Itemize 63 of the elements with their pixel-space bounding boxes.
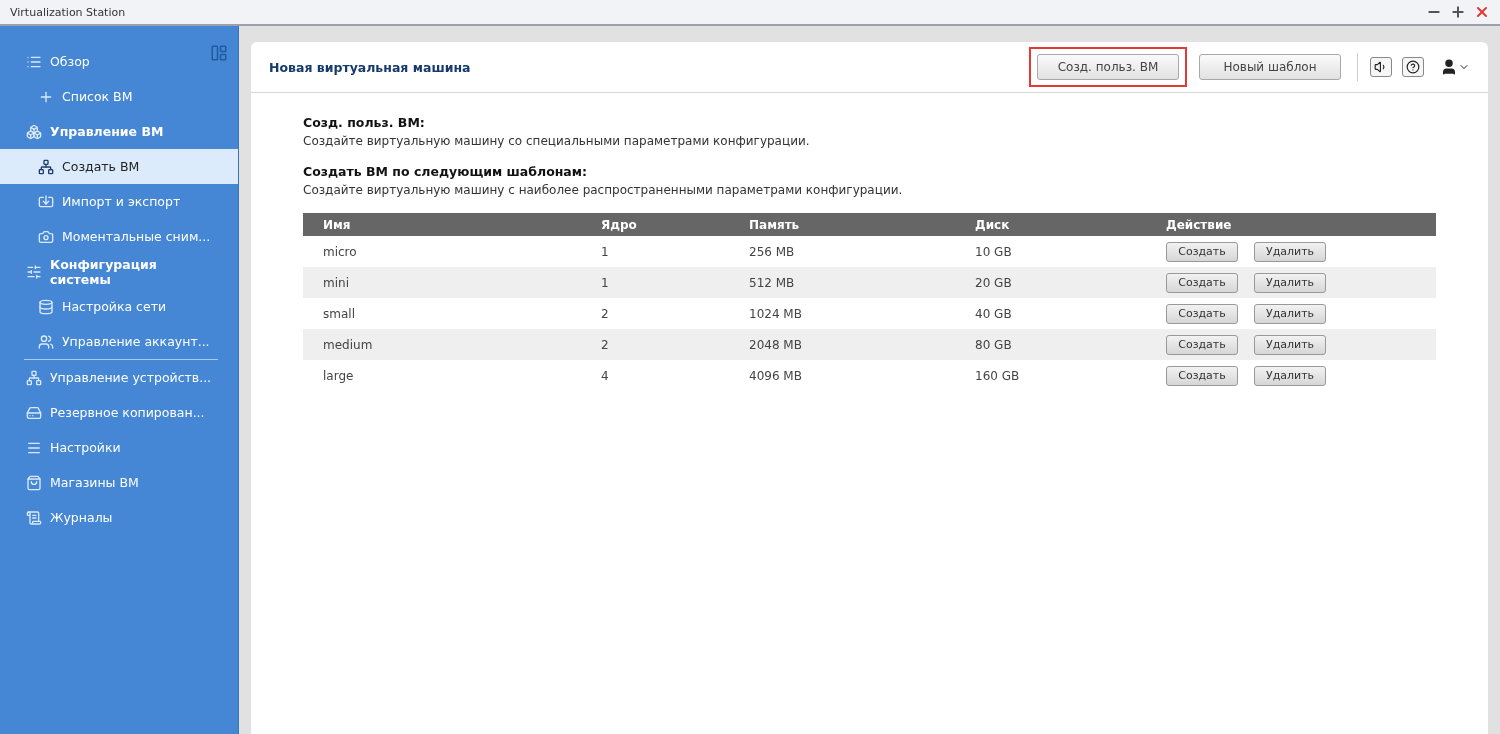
sidebar-item[interactable]: Управление аккаунт...: [0, 324, 238, 359]
row-action-button[interactable]: Создать: [1166, 303, 1238, 324]
camera-icon: [38, 228, 54, 245]
sliders-icon: [26, 263, 42, 280]
row-action-button[interactable]: Удалить: [1254, 272, 1326, 293]
sidebar-item[interactable]: Обзор: [0, 44, 238, 79]
column-header: Ядро: [581, 213, 729, 236]
table-cell: 2048 MB: [729, 329, 955, 360]
close-icon[interactable]: [1474, 4, 1490, 20]
table-cell: 20 GB: [955, 267, 1146, 298]
column-header: Память: [729, 213, 955, 236]
table-cell: 512 MB: [729, 267, 955, 298]
sidebar-item[interactable]: Создать ВМ: [0, 149, 238, 184]
table-cell: 80 GB: [955, 329, 1146, 360]
sidebar-item[interactable]: Импорт и экспорт: [0, 184, 238, 219]
column-header: Действие: [1146, 213, 1436, 236]
help-button[interactable]: [1402, 57, 1424, 77]
table-cell: mini: [303, 267, 581, 298]
user-menu-button[interactable]: [1440, 58, 1470, 76]
panel-title: Новая виртуальная машина: [269, 59, 472, 75]
table-cell: medium: [303, 329, 581, 360]
users-icon: [38, 333, 54, 350]
sidebar-item[interactable]: Конфигурация системы: [0, 254, 238, 289]
row-action-button[interactable]: Создать: [1166, 272, 1238, 293]
speaker-button[interactable]: [1370, 57, 1392, 77]
row-action-button[interactable]: Удалить: [1254, 365, 1326, 386]
user-icon: [1440, 58, 1458, 76]
network-icon: [26, 369, 42, 386]
sidebar-item[interactable]: Управление ВМ: [0, 114, 238, 149]
toolbar-button[interactable]: Новый шаблон: [1199, 54, 1341, 80]
maximize-icon[interactable]: [1450, 4, 1466, 20]
row-action-button[interactable]: Удалить: [1254, 334, 1326, 355]
section-heading: Создать ВМ по следующим шаблонам:: [303, 164, 588, 179]
section-description: Создайте виртуальную машину со специальными параметрами конфигурации.: [303, 134, 811, 148]
help-icon: [1406, 60, 1420, 74]
sidebar-item[interactable]: Настройки: [0, 430, 238, 465]
sidebar-item[interactable]: Резервное копирован...: [0, 395, 238, 430]
table-cell: 1: [581, 267, 729, 298]
row-action-button[interactable]: Создать: [1166, 241, 1238, 262]
column-header: Диск: [955, 213, 1146, 236]
row-action-button[interactable]: Удалить: [1254, 241, 1326, 262]
database-icon: [38, 298, 54, 315]
row-action-button[interactable]: Удалить: [1254, 303, 1326, 324]
sidebar-item[interactable]: Настройка сети: [0, 289, 238, 324]
toolbar-button[interactable]: Созд. польз. ВМ: [1037, 54, 1179, 80]
network-icon: [38, 158, 54, 175]
section-heading: Созд. польз. ВМ:: [303, 115, 426, 130]
sidebar-item[interactable]: Моментальные сним...: [0, 219, 238, 254]
sidebar-item[interactable]: Управление устройств...: [0, 360, 238, 395]
table-cell: 2: [581, 329, 729, 360]
column-header: Имя: [303, 213, 581, 236]
bag-icon: [26, 474, 42, 491]
sidebar-item[interactable]: Магазины ВМ: [0, 465, 238, 500]
row-action-button[interactable]: Создать: [1166, 334, 1238, 355]
drive-icon: [26, 404, 42, 421]
window-title: Virtualization Station: [10, 5, 126, 19]
sidebar-item[interactable]: Журналы: [0, 500, 238, 535]
section-description: Создайте виртуальную машину с наиболее распространенными параметрами конфигурации.: [303, 183, 904, 197]
sidebar-item[interactable]: Список ВМ: [0, 79, 238, 114]
cubes-icon: [26, 123, 42, 140]
scroll-icon: [26, 509, 42, 526]
import-icon: [38, 193, 54, 210]
row-action-button[interactable]: Создать: [1166, 365, 1238, 386]
